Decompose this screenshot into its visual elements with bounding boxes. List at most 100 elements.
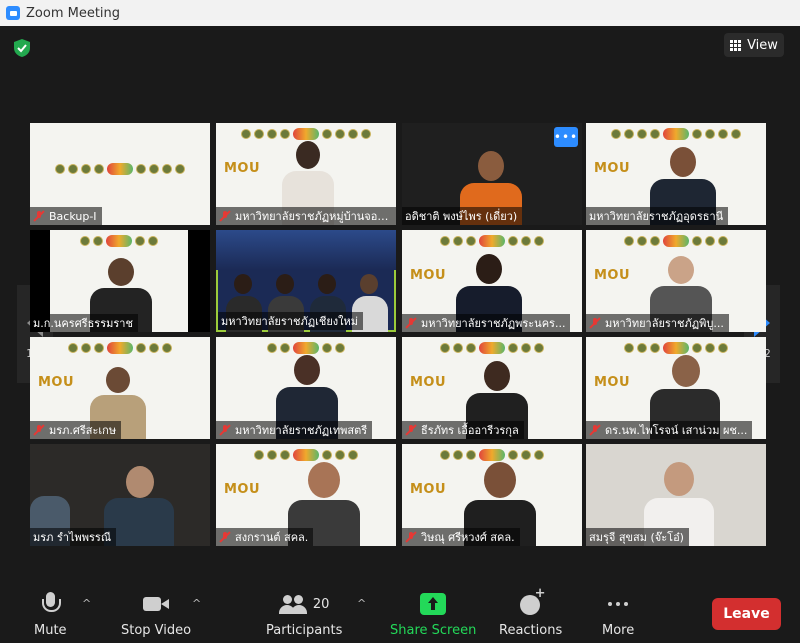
participant-name-bar: สงกรานต์ สคล. (216, 528, 314, 546)
grid-icon (730, 39, 742, 51)
participant-name-bar: อดิชาติ พงษ์ไพร (เดี่ยว) (402, 207, 523, 225)
participant-name-bar: มหาวิทยาลัยราชภัฏอุดรธานี (586, 207, 729, 225)
mou-banner: MOU (594, 161, 631, 176)
muted-mic-icon (219, 531, 231, 543)
more-button[interactable]: More (602, 591, 634, 638)
security-shield-icon[interactable] (12, 38, 32, 58)
muted-mic-icon (33, 210, 45, 222)
share-screen-icon (420, 593, 447, 615)
participant-tile[interactable]: MOU ธีรภัทร เอื้ออารีวรกุล (402, 337, 582, 439)
participant-name: ดร.นพ.ไพโรจน์ เสาน่วม ผช... (605, 424, 748, 437)
reactions-label: Reactions (499, 623, 563, 638)
view-label: View (747, 37, 778, 53)
sponsor-logos (586, 342, 766, 354)
sponsor-logos (402, 342, 582, 354)
sponsor-logos (30, 163, 210, 175)
participant-name-bar: มหาวิทยาลัยราชภัฏพระนคร... (402, 314, 571, 332)
muted-mic-icon (219, 210, 231, 222)
view-button[interactable]: View (724, 33, 784, 57)
participant-name: มหาวิทยาลัยราชภัฏเชียงใหม่ (221, 315, 359, 328)
participant-name-bar: มหาวิทยาลัยราชภัฏเทพสตรี (216, 421, 373, 439)
participant-name: วิษณุ ศรีหวงศ์ สคล. (421, 531, 515, 544)
mou-banner: MOU (38, 375, 75, 390)
participant-name: มรภ รำไพพรรณี (33, 531, 112, 544)
participant-name: มหาวิทยาลัยราชภัฏหมู่บ้านจอม... (235, 210, 391, 223)
microphone-icon (39, 591, 62, 617)
participant-tile[interactable]: Backup-I (30, 123, 210, 225)
mute-button[interactable]: Mute (34, 591, 67, 638)
participant-name: มหาวิทยาลัยราชภัฏพระนคร... (421, 317, 566, 330)
muted-mic-icon (219, 424, 231, 436)
sponsor-logos (30, 342, 210, 354)
sponsor-logos (402, 449, 582, 461)
participants-label: Participants (266, 623, 343, 638)
meeting-controls-toolbar: Mute ^ Stop Video ^ 20 Participants ^ Sh… (0, 583, 800, 643)
participant-name: มหาวิทยาลัยราชภัฏเทพสตรี (235, 424, 368, 437)
emoji-reaction-icon (518, 586, 546, 617)
participant-tile[interactable]: ม.ก.นครศรีธรรมราช (30, 230, 210, 332)
participant-name-bar: ธีรภัทร เอื้ออารีวรกุล (402, 421, 524, 439)
reactions-button[interactable]: Reactions (499, 586, 563, 638)
participants-icon (278, 591, 307, 617)
participant-name-bar: Backup-I (30, 207, 102, 225)
participant-name-bar: มหาวิทยาลัยราชภัฏหมู่บ้านจอม... (216, 207, 396, 225)
participant-tile-active-speaker[interactable]: มหาวิทยาลัยราชภัฏเชียงใหม่ (216, 230, 396, 332)
mute-label: Mute (34, 623, 67, 638)
sponsor-logos (216, 128, 396, 140)
sponsor-logos (586, 128, 766, 140)
mou-banner: MOU (410, 482, 447, 497)
participant-name: สมรุจี สุขสม (จ๊ะโอ๋) (589, 531, 684, 544)
video-options-chevron-icon[interactable]: ^ (192, 597, 202, 610)
participant-tile[interactable]: MOU มหาวิทยาลัยราชภัฏหมู่บ้านจอม... (216, 123, 396, 225)
participant-tile[interactable]: MOU มหาวิทยาลัยราชภัฏอุดรธานี (586, 123, 766, 225)
share-screen-label: Share Screen (390, 623, 477, 638)
more-label: More (602, 623, 635, 638)
participant-name: ธีรภัทร เอื้ออารีวรกุล (421, 424, 519, 437)
participant-name: สงกรานต์ สคล. (235, 531, 309, 544)
sponsor-logos (402, 235, 582, 247)
participant-name: มหาวิทยาลัยราชภัฏอุดรธานี (589, 210, 724, 223)
more-options-button[interactable]: ••• (554, 127, 578, 147)
sponsor-logos (216, 342, 396, 354)
mou-banner: MOU (410, 268, 447, 283)
participant-tile[interactable]: MOU มรภ.ศรีสะเกษ (30, 337, 210, 439)
participants-button[interactable]: 20 Participants (266, 591, 342, 638)
participant-name-bar: มหาวิทยาลัยราชภัฏพิบู... (586, 314, 729, 332)
stop-video-label: Stop Video (121, 623, 192, 638)
participant-name-bar: มรภ รำไพพรรณี (30, 528, 117, 546)
leave-meeting-button[interactable]: Leave (712, 598, 781, 630)
window-title: Zoom Meeting (26, 5, 121, 21)
participant-tile[interactable]: มรภ รำไพพรรณี (30, 444, 210, 546)
muted-mic-icon (33, 424, 45, 436)
mou-banner: MOU (594, 268, 631, 283)
muted-mic-icon (405, 531, 417, 543)
participant-tile[interactable]: MOU ดร.นพ.ไพโรจน์ เสาน่วม ผช... (586, 337, 766, 439)
participant-name-bar: ดร.นพ.ไพโรจน์ เสาน่วม ผช... (586, 421, 753, 439)
share-screen-button[interactable]: Share Screen (390, 591, 476, 638)
participant-tile[interactable]: MOU วิษณุ ศรีหวงศ์ สคล. (402, 444, 582, 546)
muted-mic-icon (589, 424, 601, 436)
participant-tile[interactable]: MOU มหาวิทยาลัยราชภัฏพระนคร... (402, 230, 582, 332)
mou-banner: MOU (224, 161, 261, 176)
participant-tile[interactable]: ••• อดิชาติ พงษ์ไพร (เดี่ยว) (402, 123, 582, 225)
participant-tile[interactable]: MOU มหาวิทยาลัยราชภัฏพิบู... (586, 230, 766, 332)
participant-name: มหาวิทยาลัยราชภัฏพิบู... (605, 317, 724, 330)
participant-tile[interactable]: สมรุจี สุขสม (จ๊ะโอ๋) (586, 444, 766, 546)
participant-name: มรภ.ศรีสะเกษ (49, 424, 117, 437)
zoom-app-icon (6, 6, 20, 20)
sponsor-logos (216, 449, 396, 461)
stop-video-button[interactable]: Stop Video (121, 591, 191, 638)
more-dots-icon (605, 591, 631, 617)
participant-tile[interactable]: มหาวิทยาลัยราชภัฏเทพสตรี (216, 337, 396, 439)
mou-banner: MOU (224, 482, 261, 497)
sponsor-logos (50, 235, 188, 247)
participants-options-chevron-icon[interactable]: ^ (357, 597, 367, 610)
participant-name-bar: ม.ก.นครศรีธรรมราช (30, 314, 138, 332)
audio-options-chevron-icon[interactable]: ^ (82, 597, 92, 610)
participant-name: อดิชาติ พงษ์ไพร (เดี่ยว) (405, 210, 518, 223)
participant-name-bar: มหาวิทยาลัยราชภัฏเชียงใหม่ (218, 312, 364, 330)
participant-name-bar: วิษณุ ศรีหวงศ์ สคล. (402, 528, 520, 546)
muted-mic-icon (405, 317, 417, 329)
participant-tile[interactable]: MOU สงกรานต์ สคล. (216, 444, 396, 546)
mou-banner: MOU (594, 375, 631, 390)
